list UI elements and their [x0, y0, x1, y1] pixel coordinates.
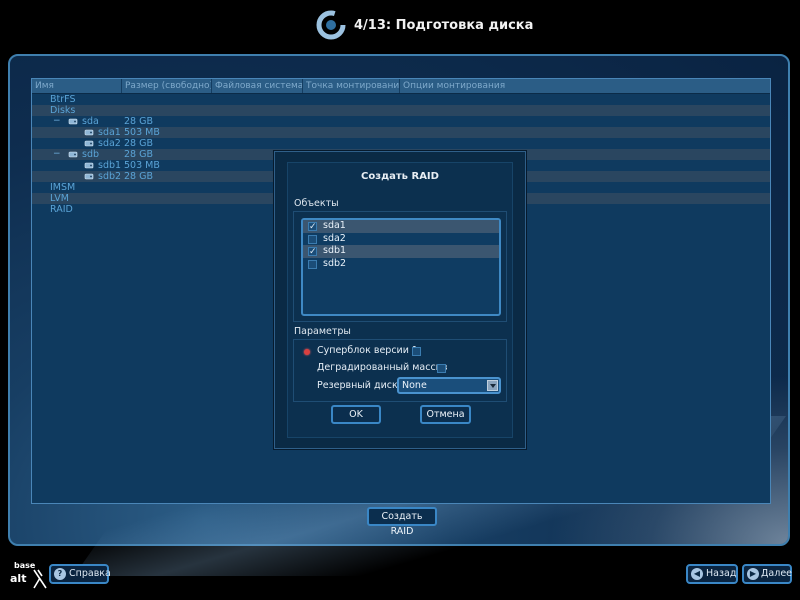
back-label: Назад	[706, 568, 737, 579]
collapse-toggle-icon[interactable]: −	[53, 149, 61, 160]
tree-row-size: 28 GB	[124, 171, 153, 182]
object-item-sdb1[interactable]: ✓ sdb1	[303, 245, 499, 258]
tree-row-name: sdb	[82, 149, 100, 160]
tree-row-size: 28 GB	[124, 149, 153, 160]
spare-disk-select[interactable]: None	[397, 377, 501, 394]
dialog-title: Создать RAID	[361, 171, 439, 182]
help-label: Справка	[69, 568, 111, 579]
tree-header: Имя Размер (свободно) Файловая система Т…	[32, 79, 770, 94]
column-filesystem[interactable]: Файловая система	[212, 79, 303, 93]
object-checkbox[interactable]: ✓	[308, 222, 317, 232]
tree-row[interactable]: − sda 28 GB	[32, 116, 770, 127]
disk-icon	[68, 118, 78, 125]
object-label: sdb1	[323, 245, 347, 256]
tree-row[interactable]: BtrFS	[32, 94, 770, 105]
object-label: sdb2	[323, 257, 347, 269]
object-checkbox[interactable]: ✓	[308, 247, 317, 257]
tree-row-name: sdb2	[98, 171, 122, 182]
next-label: Далее	[761, 568, 793, 579]
superblock-label: Суперблок версии 1	[317, 345, 418, 356]
spare-label: Резервный диск	[317, 380, 398, 391]
installer-logo-icon	[316, 10, 346, 40]
objects-list[interactable]: ✓ sda1 sda2 ✓ sdb1 sdb2	[301, 218, 501, 316]
superblock-checkbox[interactable]	[412, 347, 421, 356]
tree-row-size: 28 GB	[124, 138, 153, 149]
tree-row-name: IMSM	[50, 182, 76, 193]
ok-button[interactable]: OK	[331, 405, 381, 424]
tree-row-name: Disks	[50, 105, 76, 116]
disk-icon	[68, 151, 78, 158]
column-name[interactable]: Имя	[32, 79, 122, 93]
object-checkbox[interactable]	[308, 234, 317, 244]
tree-row[interactable]: sda2 28 GB	[32, 138, 770, 149]
params-label: Параметры	[294, 326, 351, 337]
object-item-sda1[interactable]: ✓ sda1	[303, 220, 499, 233]
partition-icon	[84, 173, 94, 180]
tree-row-name: LVM	[50, 193, 69, 204]
tree-row-name: sdb1	[98, 160, 122, 171]
svg-text:base: base	[14, 561, 36, 570]
tree-row-name: sda1	[98, 127, 121, 138]
svg-text:alt: alt	[10, 572, 26, 585]
degraded-label: Деградированный массив	[317, 362, 448, 373]
tree-row-size: 28 GB	[124, 116, 153, 127]
tree-row-name: sda2	[98, 138, 121, 149]
tree-row[interactable]: Disks	[32, 105, 770, 116]
chevron-down-icon[interactable]	[487, 380, 498, 391]
tree-row-size: 503 MB	[124, 127, 160, 138]
tree-row-name: RAID	[50, 204, 73, 215]
column-mountpoint[interactable]: Точка монтирования	[303, 79, 400, 93]
arrow-left-icon: ◀	[691, 568, 703, 580]
object-checkbox[interactable]	[308, 259, 317, 269]
column-size[interactable]: Размер (свободно)	[122, 79, 212, 93]
collapse-toggle-icon[interactable]: −	[53, 116, 61, 127]
tree-row-name: BtrFS	[50, 94, 76, 105]
object-label: sda1	[323, 220, 346, 231]
top-header: 4/13: Подготовка диска	[0, 0, 800, 52]
arrow-right-icon: ▶	[747, 568, 759, 580]
back-button[interactable]: ◀ Назад	[686, 564, 738, 584]
objects-items: ✓ sda1 sda2 ✓ sdb1 sdb2	[303, 220, 499, 270]
basealt-logo: base alt	[8, 556, 48, 590]
column-mount-options[interactable]: Опции монтирования	[400, 79, 770, 93]
tree-row[interactable]: sda1 503 MB	[32, 127, 770, 138]
cancel-button[interactable]: Отмена	[420, 405, 471, 424]
superblock-radio-icon[interactable]	[304, 349, 310, 355]
help-button[interactable]: ? Справка	[49, 564, 111, 584]
partition-icon	[84, 129, 94, 136]
spare-disk-value: None	[402, 380, 427, 391]
tree-row-size: 503 MB	[124, 160, 160, 171]
object-item-sda2[interactable]: sda2	[303, 233, 499, 246]
partition-icon	[84, 162, 94, 169]
create-raid-button[interactable]: Создать RAID	[367, 507, 437, 537]
object-item-sdb2[interactable]: sdb2	[303, 258, 499, 271]
question-icon: ?	[54, 568, 66, 580]
create-raid-dialog: Создать RAID Объекты ✓ sda1 sda2 ✓ sdb1 sdb2 …	[274, 151, 526, 449]
step-title: 4/13: Подготовка диска	[354, 18, 534, 33]
tree-row-name: sda	[82, 116, 99, 127]
object-label: sda2	[323, 232, 346, 244]
degraded-checkbox[interactable]	[437, 364, 446, 373]
partition-icon	[84, 140, 94, 147]
next-button[interactable]: ▶ Далее	[742, 564, 792, 584]
objects-label: Объекты	[294, 198, 339, 209]
